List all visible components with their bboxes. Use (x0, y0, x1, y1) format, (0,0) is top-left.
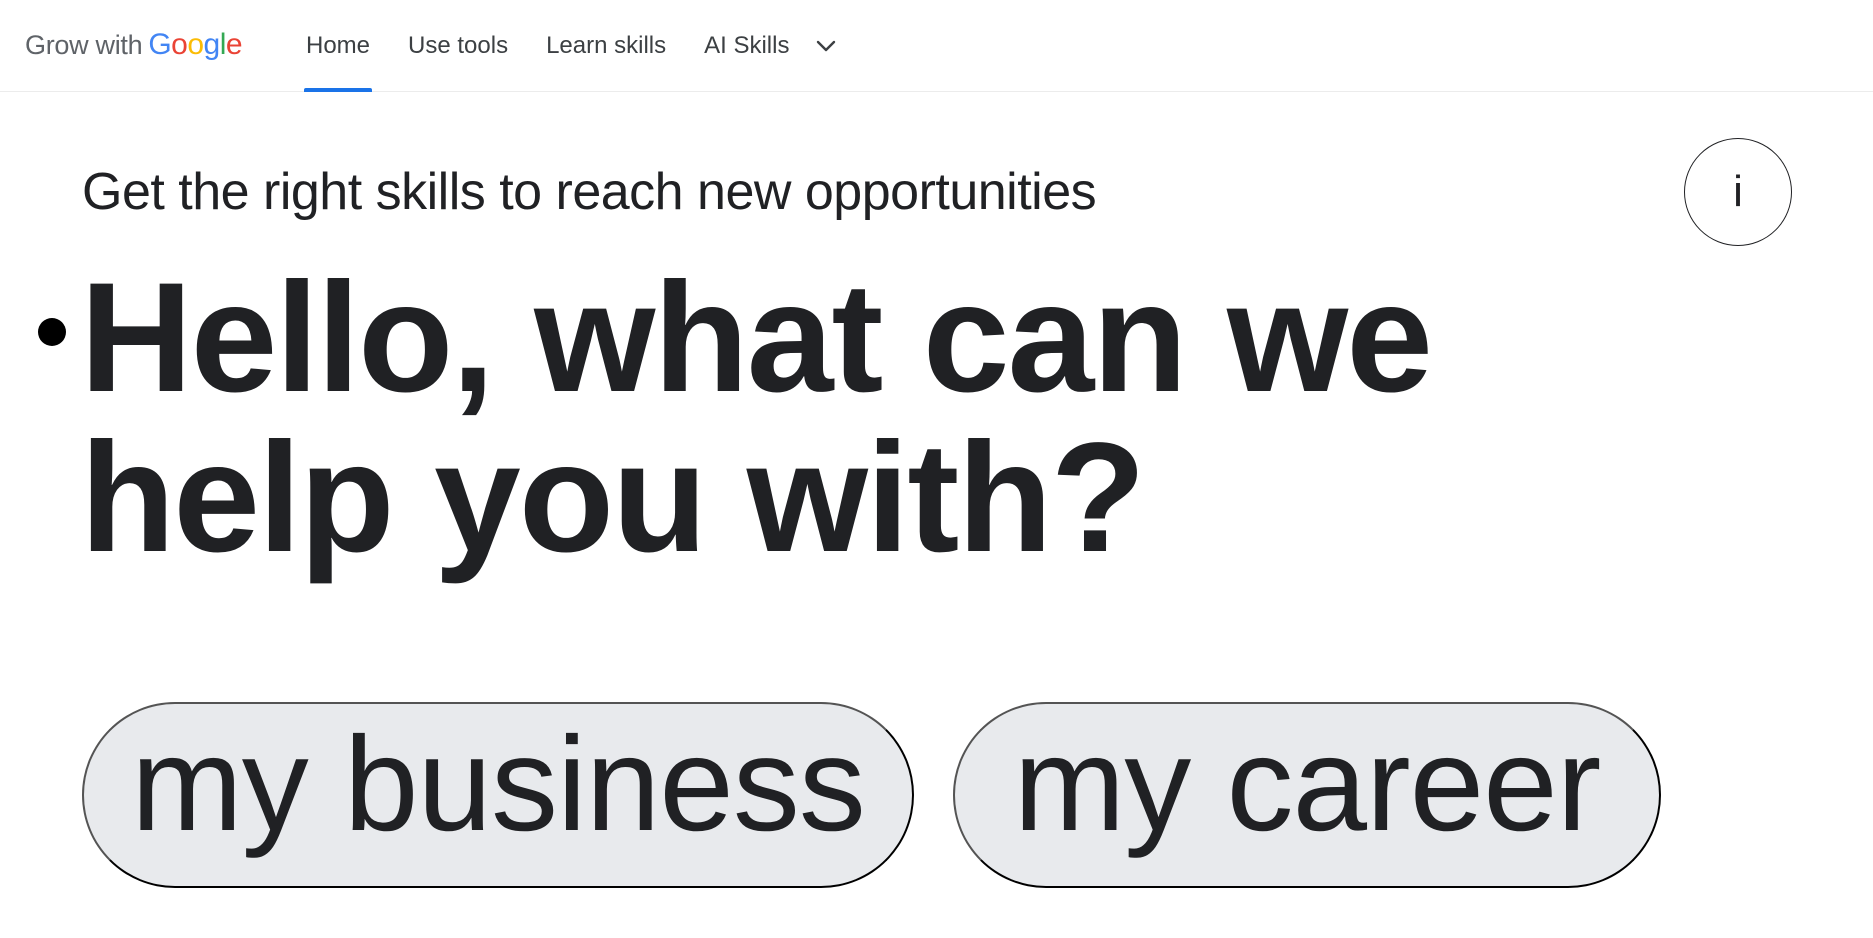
google-letter: g (203, 28, 221, 61)
google-letter: G (148, 28, 172, 61)
nav-tab-learn-skills[interactable]: Learn skills (546, 0, 666, 92)
info-button[interactable]: i (1684, 138, 1792, 246)
my-career-chip[interactable]: my career (953, 702, 1661, 888)
chevron-down-icon[interactable] (815, 0, 837, 92)
main-nav: Home Use tools Learn skills AI Skills (303, 0, 837, 92)
chevron-down-icon-svg (817, 40, 836, 52)
my-business-chip[interactable]: my business (82, 702, 914, 888)
google-letter: e (225, 28, 243, 61)
nav-tab-home[interactable]: Home (303, 0, 373, 92)
hero-subtitle: Get the right skills to reach new opport… (82, 163, 1097, 221)
google-letter: o (171, 28, 188, 61)
google-wordmark: Google (148, 28, 242, 62)
top-navigation-bar: Grow with Google Home Use tools Learn sk… (0, 0, 1873, 92)
logo-prefix-text: Grow with (25, 30, 143, 60)
hero-headline: Hello, what can we help you with? (80, 251, 1433, 585)
bullet-dot-icon (38, 318, 66, 346)
grow-with-google-logo[interactable]: Grow with Google (25, 28, 243, 64)
nav-tab-ai-skills[interactable]: AI Skills (704, 0, 789, 92)
nav-tab-use-tools[interactable]: Use tools (408, 0, 508, 92)
google-letter: o (187, 28, 204, 61)
